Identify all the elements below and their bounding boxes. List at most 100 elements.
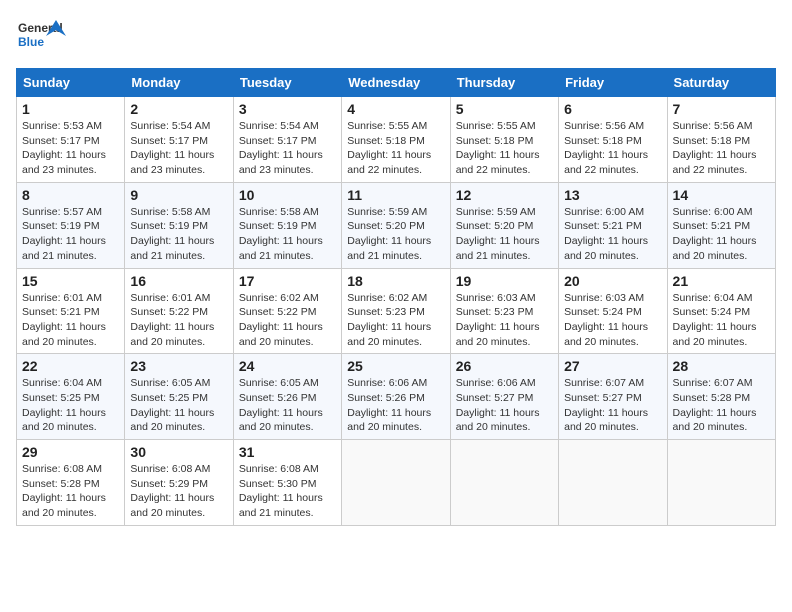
logo: General Blue xyxy=(16,16,66,56)
calendar-cell: 31Sunrise: 6:08 AM Sunset: 5:30 PM Dayli… xyxy=(233,440,341,526)
column-header-friday: Friday xyxy=(559,69,667,97)
day-info: Sunrise: 5:56 AM Sunset: 5:18 PM Dayligh… xyxy=(673,119,770,178)
day-number: 5 xyxy=(456,101,553,117)
calendar-cell: 6Sunrise: 5:56 AM Sunset: 5:18 PM Daylig… xyxy=(559,97,667,183)
calendar-cell: 16 Sunrise: 6:01 AM Sunset: 5:22 PM Dayli… xyxy=(125,268,233,354)
day-number: 13 xyxy=(564,187,661,203)
day-number: 11 xyxy=(347,187,444,203)
day-info: Sunrise: 5:58 AM Sunset: 5:19 PM Dayligh… xyxy=(239,205,336,264)
day-info: Sunrise: 6:02 AM Sunset: 5:22 PM Dayligh… xyxy=(239,291,336,350)
day-number: 24 xyxy=(239,358,336,374)
day-number: 25 xyxy=(347,358,444,374)
day-number: 2 xyxy=(130,101,227,117)
day-info: Sunrise: 6:08 AM Sunset: 5:29 PM Dayligh… xyxy=(130,462,227,521)
calendar-table: SundayMondayTuesdayWednesdayThursdayFrid… xyxy=(16,68,776,526)
calendar-week-row: 29 Sunrise: 6:08 AM Sunset: 5:28 PM Dayli… xyxy=(17,440,776,526)
day-info: Sunrise: 6:05 AM Sunset: 5:26 PM Dayligh… xyxy=(239,376,336,435)
calendar-cell: 15Sunrise: 6:01 AM Sunset: 5:21 PM Dayli… xyxy=(17,268,125,354)
calendar-cell: 5 Sunrise: 5:55 AM Sunset: 5:18 PM Daylig… xyxy=(450,97,558,183)
day-info: Sunrise: 5:53 AM Sunset: 5:17 PM Dayligh… xyxy=(22,119,119,178)
calendar-week-row: 1 Sunrise: 5:53 AM Sunset: 5:17 PM Daylig… xyxy=(17,97,776,183)
column-header-tuesday: Tuesday xyxy=(233,69,341,97)
day-info: Sunrise: 6:06 AM Sunset: 5:26 PM Dayligh… xyxy=(347,376,444,435)
day-info: Sunrise: 6:05 AM Sunset: 5:25 PM Dayligh… xyxy=(130,376,227,435)
day-info: Sunrise: 6:07 AM Sunset: 5:27 PM Dayligh… xyxy=(564,376,661,435)
day-info: Sunrise: 6:00 AM Sunset: 5:21 PM Dayligh… xyxy=(564,205,661,264)
day-info: Sunrise: 5:59 AM Sunset: 5:20 PM Dayligh… xyxy=(347,205,444,264)
day-number: 9 xyxy=(130,187,227,203)
day-number: 19 xyxy=(456,273,553,289)
column-header-monday: Monday xyxy=(125,69,233,97)
calendar-cell: 29 Sunrise: 6:08 AM Sunset: 5:28 PM Dayli… xyxy=(17,440,125,526)
calendar-cell xyxy=(342,440,450,526)
day-info: Sunrise: 5:58 AM Sunset: 5:19 PM Dayligh… xyxy=(130,205,227,264)
day-number: 28 xyxy=(673,358,770,374)
day-info: Sunrise: 6:08 AM Sunset: 5:30 PM Dayligh… xyxy=(239,462,336,521)
day-info: Sunrise: 6:01 AM Sunset: 5:22 PM Dayligh… xyxy=(130,291,227,350)
day-info: Sunrise: 5:54 AM Sunset: 5:17 PM Dayligh… xyxy=(239,119,336,178)
day-info: Sunrise: 5:57 AM Sunset: 5:19 PM Dayligh… xyxy=(22,205,119,264)
day-info: Sunrise: 5:56 AM Sunset: 5:18 PM Dayligh… xyxy=(564,119,661,178)
day-number: 3 xyxy=(239,101,336,117)
day-number: 12 xyxy=(456,187,553,203)
day-info: Sunrise: 5:54 AM Sunset: 5:17 PM Dayligh… xyxy=(130,119,227,178)
day-number: 7 xyxy=(673,101,770,117)
svg-text:Blue: Blue xyxy=(18,35,44,49)
calendar-cell: 22 Sunrise: 6:04 AM Sunset: 5:25 PM Dayli… xyxy=(17,354,125,440)
day-number: 10 xyxy=(239,187,336,203)
column-header-saturday: Saturday xyxy=(667,69,775,97)
day-info: Sunrise: 6:00 AM Sunset: 5:21 PM Dayligh… xyxy=(673,205,770,264)
calendar-cell: 27 Sunrise: 6:07 AM Sunset: 5:27 PM Dayli… xyxy=(559,354,667,440)
calendar-cell: 24 Sunrise: 6:05 AM Sunset: 5:26 PM Dayli… xyxy=(233,354,341,440)
calendar-cell: 18 Sunrise: 6:02 AM Sunset: 5:23 PM Dayli… xyxy=(342,268,450,354)
calendar-cell: 1 Sunrise: 5:53 AM Sunset: 5:17 PM Daylig… xyxy=(17,97,125,183)
day-info: Sunrise: 6:04 AM Sunset: 5:25 PM Dayligh… xyxy=(22,376,119,435)
day-number: 17 xyxy=(239,273,336,289)
day-number: 29 xyxy=(22,444,119,460)
calendar-cell: 4 Sunrise: 5:55 AM Sunset: 5:18 PM Daylig… xyxy=(342,97,450,183)
calendar-cell: 17 Sunrise: 6:02 AM Sunset: 5:22 PM Dayli… xyxy=(233,268,341,354)
calendar-cell xyxy=(450,440,558,526)
column-header-sunday: Sunday xyxy=(17,69,125,97)
day-info: Sunrise: 6:08 AM Sunset: 5:28 PM Dayligh… xyxy=(22,462,119,521)
day-number: 30 xyxy=(130,444,227,460)
day-info: Sunrise: 5:59 AM Sunset: 5:20 PM Dayligh… xyxy=(456,205,553,264)
day-number: 4 xyxy=(347,101,444,117)
calendar-cell: 8Sunrise: 5:57 AM Sunset: 5:19 PM Daylig… xyxy=(17,182,125,268)
day-number: 22 xyxy=(22,358,119,374)
column-header-wednesday: Wednesday xyxy=(342,69,450,97)
logo-svg: General Blue xyxy=(16,16,66,56)
day-info: Sunrise: 6:03 AM Sunset: 5:24 PM Dayligh… xyxy=(564,291,661,350)
day-number: 1 xyxy=(22,101,119,117)
day-number: 26 xyxy=(456,358,553,374)
day-info: Sunrise: 6:02 AM Sunset: 5:23 PM Dayligh… xyxy=(347,291,444,350)
calendar-cell: 9 Sunrise: 5:58 AM Sunset: 5:19 PM Daylig… xyxy=(125,182,233,268)
calendar-cell: 10 Sunrise: 5:58 AM Sunset: 5:19 PM Dayli… xyxy=(233,182,341,268)
day-number: 14 xyxy=(673,187,770,203)
calendar-week-row: 15Sunrise: 6:01 AM Sunset: 5:21 PM Dayli… xyxy=(17,268,776,354)
day-info: Sunrise: 6:06 AM Sunset: 5:27 PM Dayligh… xyxy=(456,376,553,435)
day-number: 20 xyxy=(564,273,661,289)
day-info: Sunrise: 6:04 AM Sunset: 5:24 PM Dayligh… xyxy=(673,291,770,350)
day-info: Sunrise: 6:03 AM Sunset: 5:23 PM Dayligh… xyxy=(456,291,553,350)
calendar-cell: 26 Sunrise: 6:06 AM Sunset: 5:27 PM Dayli… xyxy=(450,354,558,440)
calendar-cell: 28 Sunrise: 6:07 AM Sunset: 5:28 PM Dayli… xyxy=(667,354,775,440)
calendar-cell: 21 Sunrise: 6:04 AM Sunset: 5:24 PM Dayli… xyxy=(667,268,775,354)
day-number: 27 xyxy=(564,358,661,374)
day-number: 18 xyxy=(347,273,444,289)
calendar-cell: 13 Sunrise: 6:00 AM Sunset: 5:21 PM Dayli… xyxy=(559,182,667,268)
day-info: Sunrise: 5:55 AM Sunset: 5:18 PM Dayligh… xyxy=(347,119,444,178)
day-number: 23 xyxy=(130,358,227,374)
calendar-cell: 23 Sunrise: 6:05 AM Sunset: 5:25 PM Dayli… xyxy=(125,354,233,440)
calendar-cell: 25 Sunrise: 6:06 AM Sunset: 5:26 PM Dayli… xyxy=(342,354,450,440)
column-header-thursday: Thursday xyxy=(450,69,558,97)
day-info: Sunrise: 5:55 AM Sunset: 5:18 PM Dayligh… xyxy=(456,119,553,178)
calendar-cell: 20 Sunrise: 6:03 AM Sunset: 5:24 PM Dayli… xyxy=(559,268,667,354)
day-number: 16 xyxy=(130,273,227,289)
day-number: 21 xyxy=(673,273,770,289)
day-info: Sunrise: 6:01 AM Sunset: 5:21 PM Dayligh… xyxy=(22,291,119,350)
calendar-cell: 19 Sunrise: 6:03 AM Sunset: 5:23 PM Dayli… xyxy=(450,268,558,354)
calendar-cell: 11 Sunrise: 5:59 AM Sunset: 5:20 PM Dayli… xyxy=(342,182,450,268)
day-info: Sunrise: 6:07 AM Sunset: 5:28 PM Dayligh… xyxy=(673,376,770,435)
calendar-week-row: 22 Sunrise: 6:04 AM Sunset: 5:25 PM Dayli… xyxy=(17,354,776,440)
